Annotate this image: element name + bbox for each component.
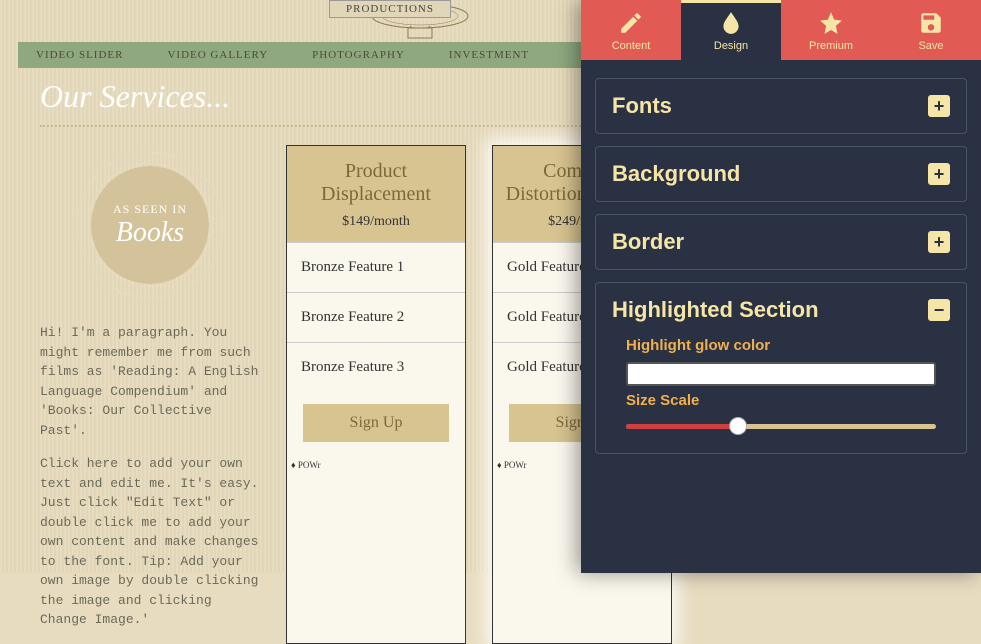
star-icon (818, 10, 844, 36)
glow-color-input[interactable] (626, 362, 936, 386)
pricing-title: Product Displacement (295, 160, 457, 206)
powr-attribution: ♦ POWr (287, 458, 465, 472)
floppy-disk-icon (918, 10, 944, 36)
section-header[interactable]: Border + (612, 229, 950, 255)
seal-badge: AS SEEN IN Books (70, 145, 230, 305)
editor-tabs: Content Design Premium Save (581, 0, 981, 60)
productions-label: PRODUCTIONS (329, 0, 451, 18)
tab-premium[interactable]: Premium (781, 0, 881, 60)
tab-content[interactable]: Content (581, 0, 681, 60)
section-title: Border (612, 229, 684, 255)
nav-item-photography[interactable]: PHOTOGRAPHY (312, 49, 405, 61)
section-title: Background (612, 161, 740, 187)
tab-design[interactable]: Design (681, 0, 781, 60)
section-highlighted: Highlighted Section − Highlight glow col… (595, 282, 967, 454)
editor-panel: Content Design Premium Save Fonts + Back… (581, 0, 981, 573)
pricing-feature: Bronze Feature 2 (287, 292, 465, 342)
slider-thumb[interactable] (729, 417, 747, 435)
section-header[interactable]: Highlighted Section − (612, 297, 950, 323)
pencil-icon (618, 10, 644, 36)
collapse-icon[interactable]: − (928, 299, 950, 321)
tab-label: Design (681, 40, 781, 52)
glow-color-label: Highlight glow color (626, 337, 950, 354)
tab-label: Premium (781, 40, 881, 52)
section-title: Fonts (612, 93, 672, 119)
section-background: Background + (595, 146, 967, 202)
nav-item-video-slider[interactable]: VIDEO SLIDER (36, 49, 123, 61)
seal-line1: AS SEEN IN (113, 202, 187, 217)
seal-line2: Books (113, 217, 187, 249)
left-column: AS SEEN IN Books Hi! I'm a paragraph. Yo… (40, 145, 260, 644)
nav-item-investment[interactable]: INVESTMENT (449, 49, 529, 61)
expand-icon[interactable]: + (928, 231, 950, 253)
section-title: Highlighted Section (612, 297, 819, 323)
droplet-icon (718, 10, 744, 36)
slider-fill (626, 424, 738, 429)
pricing-card-bronze[interactable]: Product Displacement $149/month Bronze F… (286, 145, 466, 644)
pricing-feature: Bronze Feature 1 (287, 242, 465, 292)
pricing-price: $149/month (295, 214, 457, 230)
section-border: Border + (595, 214, 967, 270)
pricing-feature: Bronze Feature 3 (287, 342, 465, 392)
header-logo-area: PRODUCTIONS (240, 0, 540, 18)
signup-button[interactable]: Sign Up (303, 404, 449, 442)
expand-icon[interactable]: + (928, 95, 950, 117)
tab-label: Content (581, 40, 681, 52)
intro-paragraph-2[interactable]: Click here to add your own text and edit… (40, 454, 260, 630)
intro-paragraph-1[interactable]: Hi! I'm a paragraph. You might remember … (40, 323, 260, 440)
section-fonts: Fonts + (595, 78, 967, 134)
tab-save[interactable]: Save (881, 0, 981, 60)
size-scale-slider[interactable] (626, 417, 936, 435)
section-header[interactable]: Fonts + (612, 93, 950, 119)
expand-icon[interactable]: + (928, 163, 950, 185)
tab-label: Save (881, 40, 981, 52)
size-scale-label: Size Scale (626, 392, 950, 409)
section-header[interactable]: Background + (612, 161, 950, 187)
nav-item-video-gallery[interactable]: VIDEO GALLERY (167, 49, 268, 61)
editor-sections: Fonts + Background + Border + Highlighte… (581, 60, 981, 573)
